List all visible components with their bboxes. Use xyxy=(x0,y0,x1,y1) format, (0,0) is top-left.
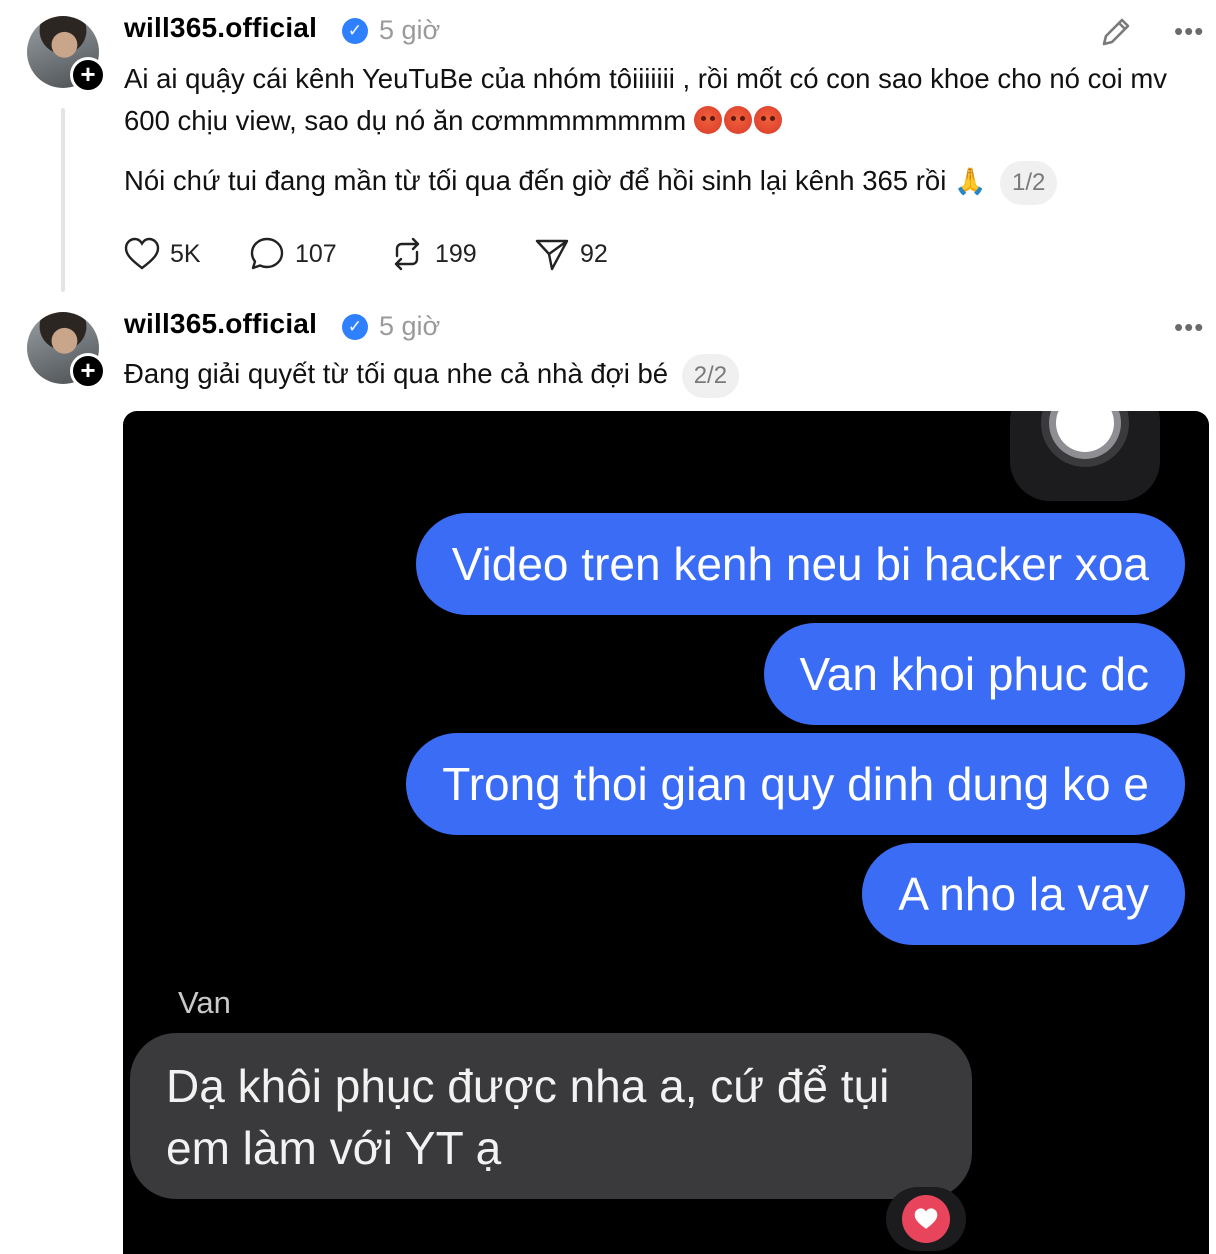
share-count: 92 xyxy=(580,239,608,268)
username[interactable]: will365.official xyxy=(124,12,317,44)
share-button[interactable]: 92 xyxy=(534,232,608,276)
username[interactable]: will365.official xyxy=(124,308,317,340)
like-count: 5K xyxy=(170,239,201,268)
follow-plus-icon[interactable]: + xyxy=(70,57,106,93)
heart-icon xyxy=(124,237,160,270)
pray-emoji: 🙏 xyxy=(953,166,987,196)
sender-name: Van xyxy=(178,985,231,1020)
outgoing-message: Trong thoi gian quy dinh dung ko e xyxy=(406,733,1185,835)
more-icon[interactable]: ••• xyxy=(1174,18,1204,44)
post-text: Ai ai quậy cái kênh YeuTuBe của nhóm tôi… xyxy=(124,58,1194,142)
verified-icon: ✓ xyxy=(342,314,368,340)
repost-count: 199 xyxy=(435,239,477,268)
verified-icon: ✓ xyxy=(342,18,368,44)
incoming-message: Dạ khôi phục được nha a, cứ để tụi em là… xyxy=(130,1033,972,1199)
repost-icon xyxy=(394,237,420,271)
thread-pager: 2/2 xyxy=(681,353,740,398)
heart-reaction-icon xyxy=(914,1208,938,1229)
share-icon xyxy=(535,239,569,271)
heart-reaction xyxy=(886,1187,966,1251)
thread-pager: 1/2 xyxy=(999,160,1058,205)
comment-button[interactable]: 107 xyxy=(249,232,337,276)
timestamp: 5 giờ xyxy=(379,15,441,45)
assistive-touch-icon xyxy=(1041,411,1129,467)
post-text-2: Nói chứ tui đang mần từ tối qua đến giờ … xyxy=(124,160,1194,205)
comment-count: 107 xyxy=(295,239,337,268)
post-text-body: Ai ai quậy cái kênh YeuTuBe của nhóm tôi… xyxy=(124,63,1168,136)
post-text: Đang giải quyết từ tối qua nhe cả nhà đợ… xyxy=(124,353,1194,398)
more-icon[interactable]: ••• xyxy=(1174,314,1204,340)
comment-icon xyxy=(250,237,284,270)
like-button[interactable]: 5K xyxy=(124,232,201,276)
repost-button[interactable]: 199 xyxy=(389,232,477,276)
angry-emoji xyxy=(693,105,784,136)
outgoing-message: A nho la vay xyxy=(862,843,1185,945)
post-text-body: Đang giải quyết từ tối qua nhe cả nhà đợ… xyxy=(124,358,669,389)
timestamp: 5 giờ xyxy=(379,311,441,341)
edit-icon[interactable] xyxy=(1098,14,1134,50)
thread-line xyxy=(61,108,65,292)
post-1: + will365.official ✓ 5 giờ ••• Ai ai quậ… xyxy=(0,0,1216,300)
attached-image[interactable]: Video tren kenh neu bi hacker xoa Van kh… xyxy=(123,411,1209,1254)
outgoing-message: Video tren kenh neu bi hacker xoa xyxy=(415,513,1185,615)
post-text-2-body: Nói chứ tui đang mần từ tối qua đến giờ … xyxy=(124,165,947,196)
outgoing-message: Van khoi phuc dc xyxy=(763,623,1185,725)
follow-plus-icon[interactable]: + xyxy=(70,353,106,389)
